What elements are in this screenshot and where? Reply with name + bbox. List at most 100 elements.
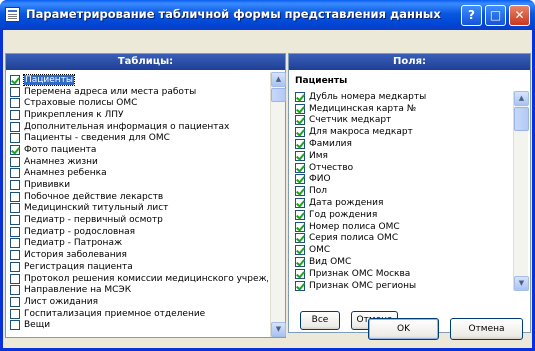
checkbox[interactable] xyxy=(10,296,20,307)
checkbox-checked[interactable] xyxy=(295,245,305,256)
list-item[interactable]: ФИО xyxy=(293,174,513,186)
checkbox-checked[interactable] xyxy=(295,209,305,220)
list-item[interactable]: Педиатр - родословная xyxy=(8,226,268,238)
list-item[interactable]: Номер полиса ОМС xyxy=(293,221,513,233)
list-item[interactable]: Вещи xyxy=(8,319,268,331)
list-item-label: Педиатр - родословная xyxy=(24,226,136,237)
checkbox[interactable] xyxy=(10,203,20,214)
list-item[interactable]: Страховые полисы ОМС xyxy=(8,97,268,109)
list-item[interactable]: Направление на МСЭК xyxy=(8,284,268,296)
list-item[interactable]: Фамилия xyxy=(293,138,513,150)
list-item[interactable]: Побочное действие лекарств xyxy=(8,191,268,203)
checkbox[interactable] xyxy=(10,168,20,179)
checkbox[interactable] xyxy=(10,250,20,261)
list-item[interactable]: Фото пациента xyxy=(8,144,268,156)
checkbox-checked[interactable] xyxy=(295,150,305,161)
list-item[interactable]: Имя xyxy=(293,150,513,162)
list-item[interactable]: Педиатр - первичный осмотр xyxy=(8,214,268,226)
list-item[interactable]: Протокол решения комиссии медицинского у… xyxy=(8,273,268,285)
fields-list[interactable]: Дубль номера медкарты Медицинская карта №… xyxy=(293,91,513,291)
list-item[interactable]: Год рождения xyxy=(293,209,513,221)
checkbox[interactable] xyxy=(10,156,20,167)
checkbox-checked[interactable] xyxy=(295,221,305,232)
checkbox[interactable] xyxy=(10,109,20,120)
list-item[interactable]: Для макроса медкарт xyxy=(293,126,513,138)
title-bar[interactable]: Параметрирование табличной формы предста… xyxy=(0,0,535,30)
checkbox[interactable] xyxy=(10,180,20,191)
tables-list[interactable]: Пациенты Перемена адреса или места работы… xyxy=(8,74,268,334)
list-item[interactable]: Медицинская карта № xyxy=(293,103,513,115)
scroll-up-arrow-icon[interactable]: ▲ xyxy=(271,72,286,87)
list-item[interactable]: Признак ОМС регионы xyxy=(293,280,513,291)
checkbox[interactable] xyxy=(10,98,20,109)
tables-panel: Таблицы: Пациенты Перемена адреса или мес… xyxy=(5,53,286,338)
checkbox-checked[interactable] xyxy=(295,233,305,244)
checkbox-checked[interactable] xyxy=(295,115,305,126)
list-item[interactable]: Дата рождения xyxy=(293,197,513,209)
list-item[interactable]: Серия полиса ОМС xyxy=(293,233,513,245)
list-item[interactable]: Прикрепления к ЛПУ xyxy=(8,109,268,121)
list-item[interactable]: Пол xyxy=(293,185,513,197)
checkbox[interactable] xyxy=(10,238,20,249)
scroll-thumb[interactable] xyxy=(271,88,286,102)
checkbox-checked[interactable] xyxy=(295,139,305,150)
list-item[interactable]: Пациенты xyxy=(8,74,268,86)
checkbox[interactable] xyxy=(10,320,20,331)
list-item[interactable]: Анамнез жизни xyxy=(8,156,268,168)
ok-button[interactable]: OK xyxy=(368,318,439,340)
list-item[interactable]: Медицинский титульный лист xyxy=(8,203,268,215)
tables-scrollbar[interactable]: ▲ ▼ xyxy=(270,72,286,337)
checkbox[interactable] xyxy=(10,133,20,144)
list-item[interactable]: Прививки xyxy=(8,179,268,191)
checkbox[interactable] xyxy=(10,273,20,284)
scroll-up-arrow-icon[interactable]: ▲ xyxy=(514,91,529,106)
list-item-label: Вещи xyxy=(24,320,51,331)
list-item[interactable]: ОМС xyxy=(293,244,513,256)
list-item[interactable]: Госпитализация приемное отделение xyxy=(8,308,268,320)
maximize-button[interactable]: □ xyxy=(485,5,506,26)
checkbox-checked[interactable] xyxy=(295,174,305,185)
list-item[interactable]: Педиатр - Патронаж xyxy=(8,238,268,250)
scroll-thumb[interactable] xyxy=(514,107,529,131)
checkbox[interactable] xyxy=(10,308,20,319)
list-item[interactable]: Пациенты - сведения для ОМС xyxy=(8,132,268,144)
checkbox[interactable] xyxy=(10,191,20,202)
checkbox-checked[interactable] xyxy=(295,186,305,197)
list-item[interactable]: Дубль номера медкарты xyxy=(293,91,513,103)
scroll-down-arrow-icon[interactable]: ▼ xyxy=(514,276,529,291)
checkbox[interactable] xyxy=(10,226,20,237)
list-item[interactable]: Признак ОМС Москва xyxy=(293,268,513,280)
list-item[interactable]: История заболевания xyxy=(8,249,268,261)
select-all-fields-button[interactable]: Все xyxy=(300,311,340,330)
close-button[interactable]: ✕ xyxy=(509,5,530,26)
checkbox[interactable] xyxy=(10,285,20,296)
checkbox-checked[interactable] xyxy=(10,144,20,155)
checkbox[interactable] xyxy=(10,261,20,272)
checkbox-checked[interactable] xyxy=(295,280,305,291)
checkbox-checked[interactable] xyxy=(295,198,305,209)
list-item[interactable]: Регистрация пациента xyxy=(8,261,268,273)
list-item[interactable]: Отчество xyxy=(293,162,513,174)
checkbox-checked[interactable] xyxy=(295,127,305,138)
scroll-down-arrow-icon[interactable]: ▼ xyxy=(271,322,286,337)
list-item[interactable]: Дополнительная информация о пациентах xyxy=(8,121,268,133)
checkbox-checked[interactable] xyxy=(295,162,305,173)
checkbox[interactable] xyxy=(10,86,20,97)
checkbox-checked[interactable] xyxy=(295,268,305,279)
checkbox[interactable] xyxy=(10,121,20,132)
checkbox-checked[interactable] xyxy=(10,74,20,85)
fields-scrollbar[interactable]: ▲ ▼ xyxy=(513,91,529,291)
checkbox-checked[interactable] xyxy=(295,103,305,114)
list-item[interactable]: Перемена адреса или места работы xyxy=(8,86,268,98)
checkbox-checked[interactable] xyxy=(295,91,305,102)
cancel-button[interactable]: Отмена xyxy=(450,318,523,340)
list-item[interactable]: Вид ОМС xyxy=(293,256,513,268)
list-item-label: Год рождения xyxy=(309,209,378,220)
list-item-label: Страховые полисы ОМС xyxy=(24,98,138,109)
list-item[interactable]: Счетчик медкарт xyxy=(293,115,513,127)
list-item[interactable]: Лист ожидания xyxy=(8,296,268,308)
list-item[interactable]: Анамнез ребенка xyxy=(8,168,268,180)
checkbox-checked[interactable] xyxy=(295,257,305,268)
help-button[interactable]: ? xyxy=(461,5,482,26)
checkbox[interactable] xyxy=(10,215,20,226)
